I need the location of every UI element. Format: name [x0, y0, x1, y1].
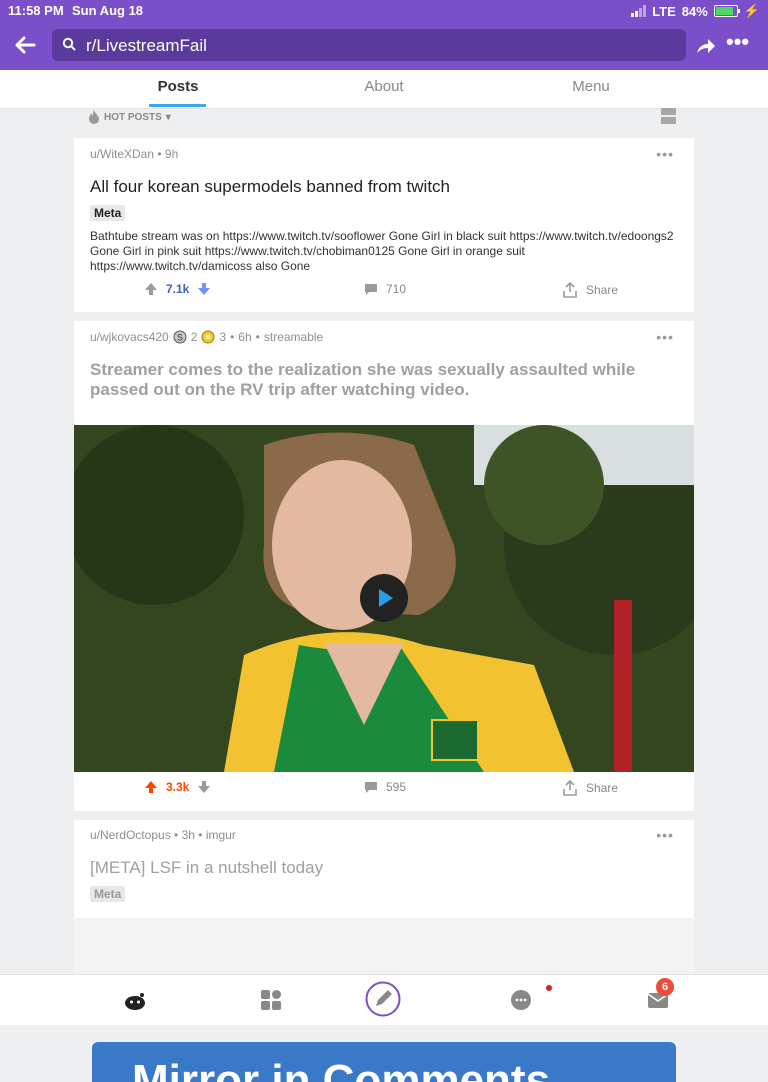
- signal-icon: [631, 5, 647, 17]
- charging-icon: ⚡: [743, 3, 760, 18]
- chevron-down-icon: ▾: [165, 111, 171, 123]
- post-author[interactable]: u/WiteXDan: [90, 147, 154, 161]
- vote-controls: 3.3k: [144, 780, 211, 794]
- post-title[interactable]: Streamer comes to the realization she wa…: [90, 360, 680, 400]
- share-icon: [563, 780, 577, 796]
- post-actions: 7.1k 710 Share: [74, 282, 694, 304]
- status-time: 11:58 PM: [8, 3, 64, 18]
- gold-award-icon: [201, 330, 215, 344]
- image-preview-area[interactable]: Mirror in Comments: [74, 918, 694, 1082]
- search-bar[interactable]: [52, 29, 686, 61]
- post-title[interactable]: All four korean supermodels banned from …: [90, 177, 680, 197]
- post-score: 3.3k: [166, 780, 190, 794]
- status-right: LTE 84% ⚡: [631, 3, 760, 19]
- post-flair: Meta: [90, 886, 126, 902]
- post-body: Bathtube stream was on https://www.twitc…: [90, 229, 674, 273]
- video-thumbnail[interactable]: [74, 425, 694, 772]
- back-button[interactable]: [12, 32, 38, 58]
- comment-icon: [365, 781, 377, 793]
- comment-count: 595: [386, 780, 407, 794]
- sort-dropdown[interactable]: HOT POSTS ▾: [88, 110, 171, 124]
- svg-text:S: S: [177, 333, 183, 343]
- post-domain[interactable]: streamable: [264, 330, 323, 344]
- post-meta: u/wjkovacs420 S 2 3 • 6h • streamable: [90, 330, 324, 344]
- status-bar: 11:58 PM Sun Aug 18 LTE 84% ⚡: [0, 0, 768, 22]
- network-label: LTE: [652, 3, 676, 19]
- play-button[interactable]: [360, 574, 408, 622]
- bottom-nav: 6: [0, 974, 768, 1025]
- downvote-icon[interactable]: [197, 780, 211, 794]
- more-options-icon[interactable]: •••: [726, 31, 749, 56]
- subreddit-tabs: Posts About Menu: [0, 70, 768, 109]
- post-meta: u/WiteXDan • 9h: [90, 147, 179, 161]
- share-label: Share: [586, 283, 619, 297]
- upvote-icon[interactable]: [144, 780, 158, 794]
- back-arrow-icon: [15, 36, 36, 54]
- status-date: Sun Aug 18: [72, 3, 144, 18]
- search-icon: [62, 37, 76, 51]
- battery-level: [715, 7, 733, 15]
- post-author[interactable]: u/NerdOctopus: [90, 828, 171, 842]
- comments-button[interactable]: 710: [364, 282, 406, 296]
- search-input[interactable]: [84, 33, 678, 59]
- share-icon: [563, 282, 577, 298]
- post-age: 6h: [238, 330, 252, 344]
- top-bar: •••: [0, 22, 768, 70]
- chat-notification-dot: [546, 985, 552, 991]
- battery-icon: [713, 5, 740, 17]
- create-post-icon[interactable]: [365, 981, 401, 1017]
- gold-award-count: 3: [219, 330, 227, 344]
- post-age: 9h: [164, 147, 179, 161]
- post-card[interactable]: u/wjkovacs420 S 2 3 • 6h • streamable ••…: [74, 321, 694, 811]
- post-actions: 3.3k 595 Share: [74, 780, 694, 802]
- downvote-icon[interactable]: [197, 282, 211, 296]
- share-button[interactable]: Share: [562, 282, 618, 298]
- communities-icon[interactable]: [258, 987, 284, 1013]
- active-tab-indicator: [149, 104, 206, 107]
- post-options-icon[interactable]: •••: [656, 329, 674, 345]
- inbox-badge: 6: [656, 978, 674, 996]
- post-score: 7.1k: [166, 282, 190, 296]
- post-options-icon[interactable]: •••: [656, 827, 674, 843]
- upvote-icon[interactable]: [144, 282, 158, 296]
- post-card[interactable]: u/NerdOctopus • 3h • imgur ••• [META] LS…: [74, 820, 694, 1082]
- silver-award-icon: S: [173, 330, 187, 344]
- tab-about[interactable]: About: [324, 78, 444, 95]
- post-card[interactable]: u/WiteXDan • 9h ••• All four korean supe…: [74, 138, 694, 312]
- comments-button[interactable]: 595: [364, 780, 406, 794]
- post-domain[interactable]: imgur: [206, 828, 236, 842]
- post-flair: Meta: [90, 205, 126, 221]
- view-mode-icon[interactable]: [661, 108, 676, 125]
- preview-text: Mirror in Comments: [132, 1056, 551, 1082]
- tab-posts[interactable]: Posts: [118, 78, 238, 95]
- image-preview: Mirror in Comments: [92, 1042, 676, 1082]
- vote-controls: 7.1k: [144, 282, 211, 296]
- silver-award-count: 2: [190, 330, 198, 344]
- share-icon[interactable]: [694, 34, 716, 56]
- post-title[interactable]: [META] LSF in a nutshell today: [90, 858, 680, 878]
- post-meta: u/NerdOctopus • 3h • imgur: [90, 828, 236, 842]
- sort-label: HOT POSTS: [104, 111, 162, 123]
- comment-count: 710: [386, 282, 407, 296]
- share-button[interactable]: Share: [562, 780, 618, 796]
- battery-percent: 84%: [681, 3, 708, 19]
- chat-icon[interactable]: [508, 987, 534, 1013]
- tab-menu[interactable]: Menu: [531, 78, 651, 95]
- home-icon[interactable]: [122, 987, 148, 1013]
- post-age: 3h: [181, 828, 195, 842]
- share-label: Share: [586, 781, 619, 795]
- flame-icon: [89, 110, 99, 124]
- comment-icon: [365, 283, 377, 295]
- post-author[interactable]: u/wjkovacs420: [90, 330, 169, 344]
- post-options-icon[interactable]: •••: [656, 146, 674, 162]
